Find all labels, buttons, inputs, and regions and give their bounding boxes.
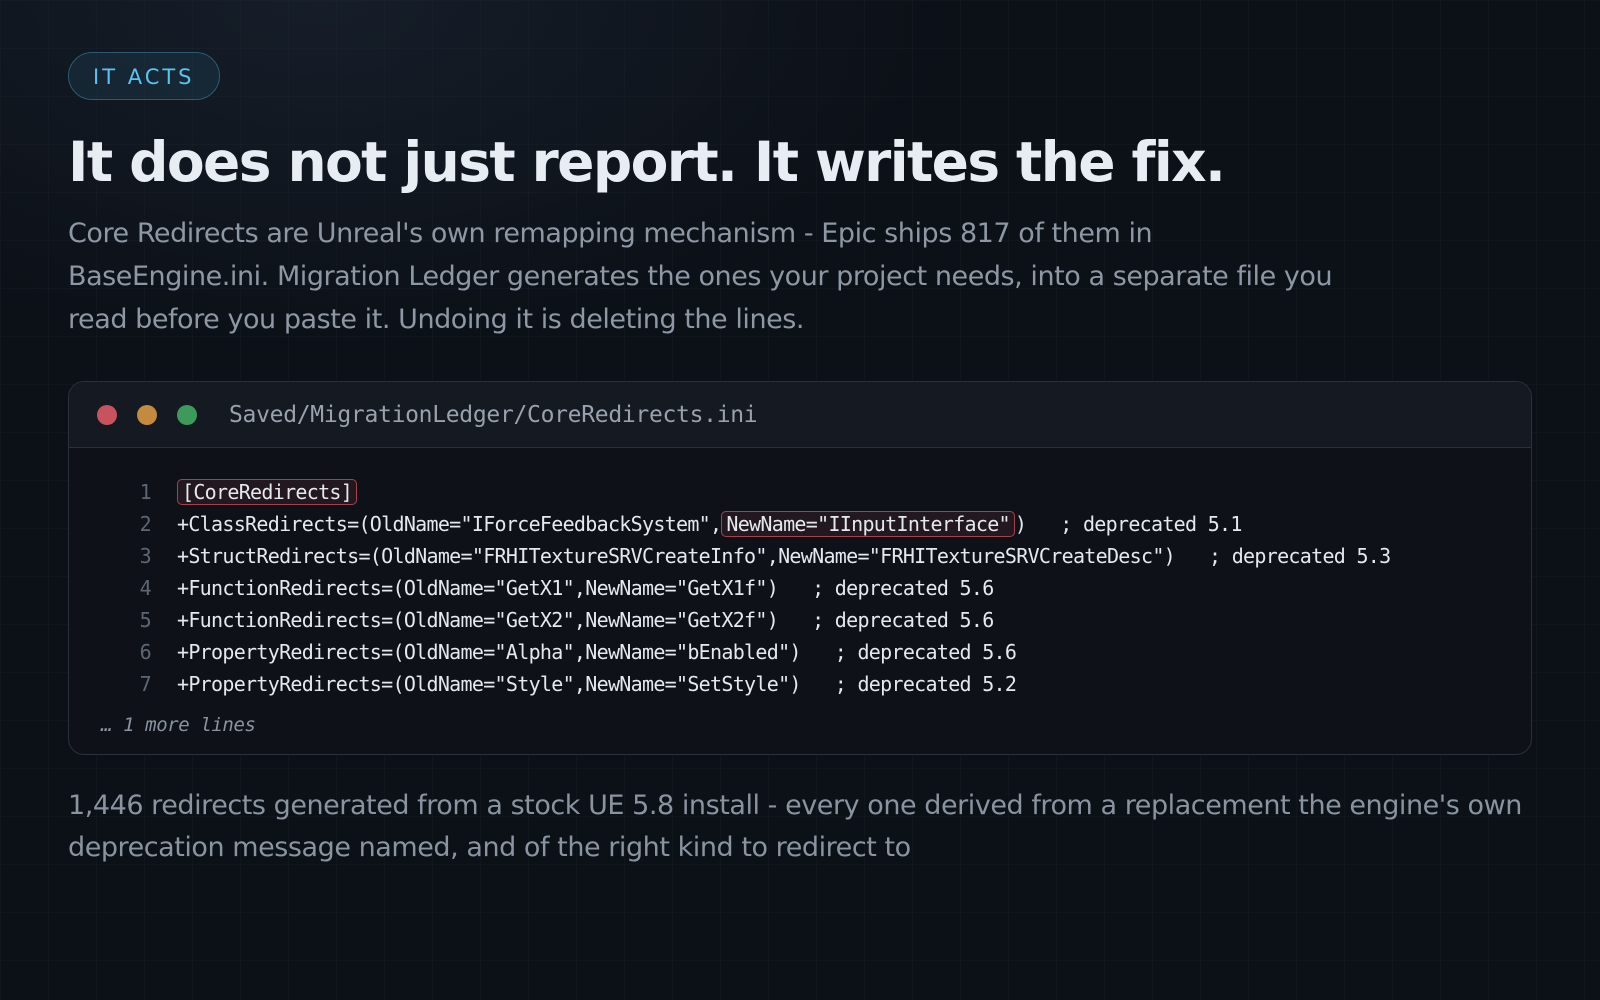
code-text: +StructRedirects=(OldName="FRHITextureSR… [177, 544, 1391, 568]
code-line: 6 +PropertyRedirects=(OldName="Alpha",Ne… [69, 636, 1531, 668]
intro-paragraph: Core Redirects are Unreal's own remappin… [68, 218, 1333, 335]
window-titlebar: Saved/MigrationLedger/CoreRedirects.ini [69, 382, 1531, 448]
code-block: 1 [CoreRedirects] 2 +ClassRedirects=(Old… [69, 448, 1531, 754]
file-path: Saved/MigrationLedger/CoreRedirects.ini [229, 401, 758, 428]
line-number: 6 [139, 640, 152, 664]
line-number: 5 [139, 608, 152, 632]
line-number: 3 [139, 544, 152, 568]
more-lines-link[interactable]: … 1 more lines [101, 714, 1531, 736]
code-text: [CoreRedirects] [177, 476, 1531, 508]
line-number: 4 [139, 576, 152, 600]
code-window: Saved/MigrationLedger/CoreRedirects.ini … [68, 381, 1532, 755]
code-text: +PropertyRedirects=(OldName="Style",NewN… [177, 672, 1017, 696]
code-line: 1 [CoreRedirects] [69, 476, 1531, 508]
code-line: 7 +PropertyRedirects=(OldName="Style",Ne… [69, 668, 1531, 700]
code-segment: +ClassRedirects=(OldName="IForceFeedback… [177, 512, 722, 536]
code-line: 2 +ClassRedirects=(OldName="IForceFeedba… [69, 508, 1531, 540]
code-text: +ClassRedirects=(OldName="IForceFeedback… [177, 508, 1531, 540]
page-title: It does not just report. It writes the f… [68, 130, 1226, 194]
code-segment: ) ; deprecated 5.1 [1014, 512, 1243, 536]
main-section: IT ACTS It does not just report. It writ… [68, 52, 1532, 896]
footer-note: 1,446 redirects generated from a stock U… [68, 790, 1522, 863]
code-text: +FunctionRedirects=(OldName="GetX1",NewN… [177, 576, 994, 600]
close-dot-icon [97, 404, 117, 425]
code-text: +PropertyRedirects=(OldName="Alpha",NewN… [177, 640, 1017, 664]
maximize-dot-icon [177, 404, 197, 425]
code-line: 3 +StructRedirects=(OldName="FRHITexture… [69, 540, 1531, 572]
code-text: +FunctionRedirects=(OldName="GetX2",NewN… [177, 608, 994, 632]
line-number: 2 [139, 512, 152, 536]
code-line: 4 +FunctionRedirects=(OldName="GetX1",Ne… [69, 572, 1531, 604]
minimize-dot-icon [137, 404, 157, 425]
section-badge: IT ACTS [68, 52, 220, 100]
highlighted-token: NewName="IInputInterface" [721, 511, 1015, 537]
line-number: 1 [139, 480, 152, 504]
highlighted-token: [CoreRedirects] [177, 479, 358, 505]
line-number: 7 [139, 672, 152, 696]
code-line: 5 +FunctionRedirects=(OldName="GetX2",Ne… [69, 604, 1531, 636]
